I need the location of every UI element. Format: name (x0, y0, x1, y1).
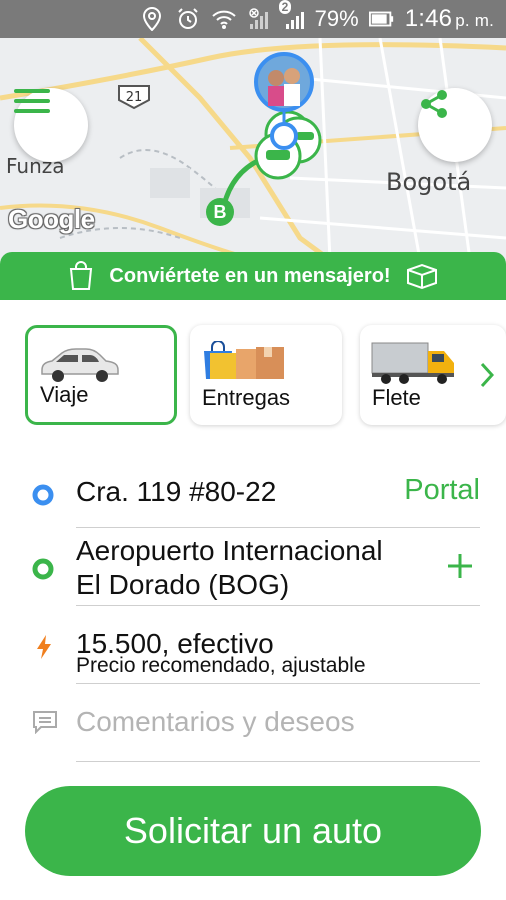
service-label-viaje: Viaje (40, 382, 89, 407)
wifi-icon (211, 6, 237, 32)
origin-dot-icon (32, 484, 54, 511)
destination-marker-letter: B (214, 202, 227, 222)
battery-percent: 79% (314, 6, 359, 31)
place-label-bogota: Bogotá (386, 168, 472, 196)
destination-marker[interactable]: B (204, 196, 236, 228)
banner-text: Conviértete en un mensajero! (109, 264, 391, 287)
bags-boxes-icon (200, 340, 286, 386)
price-hint: Precio recomendado, ajustable (76, 654, 366, 677)
chevron-right-icon[interactable] (480, 362, 495, 393)
request-ride-button[interactable]: Solicitar un auto (25, 786, 481, 876)
destination-dot-icon (32, 558, 54, 585)
clock-time: 1:46 (404, 5, 453, 32)
origin-row[interactable]: Cra. 119 #80-22 Portal (0, 456, 506, 528)
destination-line-1: Aeropuerto Internacional (76, 535, 383, 566)
route-shield-number: 21 (126, 90, 143, 105)
menu-button[interactable] (14, 88, 88, 162)
truck-icon (370, 341, 458, 390)
share-button[interactable] (418, 88, 492, 162)
battery-icon (368, 6, 395, 32)
destination-address: Aeropuerto Internacional El Dorado (BOG) (76, 534, 383, 602)
comment-icon (32, 710, 58, 739)
signal-off-icon (247, 6, 273, 32)
divider (76, 761, 480, 762)
service-selector: Viaje Entregas Flete (0, 300, 506, 438)
portal-button[interactable]: Portal (404, 474, 480, 507)
driver-markers[interactable] (248, 52, 338, 182)
service-label-entregas: Entregas (202, 385, 291, 410)
price-row[interactable]: 15.500, efectivo Precio recomendado, aju… (0, 606, 506, 684)
comments-placeholder: Comentarios y deseos (76, 706, 355, 737)
clock: 1:46 p. m. (405, 5, 494, 33)
signal-icon: 2 (278, 0, 309, 32)
courier-banner[interactable]: Conviértete en un mensajero! (0, 252, 506, 300)
alarm-icon (175, 6, 201, 32)
shopping-bag-icon (67, 261, 95, 291)
google-attribution: Google (8, 204, 95, 234)
add-stop-icon[interactable] (446, 552, 474, 585)
notification-count: 2 (278, 0, 292, 14)
status-bar: 2 79% 1:46 p. m. (0, 0, 506, 38)
destination-line-2: El Dorado (BOG) (76, 569, 290, 600)
origin-address: Cra. 119 #80-22 (76, 476, 277, 507)
package-icon (405, 262, 439, 290)
comments-field[interactable]: Comentarios y deseos (0, 684, 506, 762)
location-icon (139, 6, 165, 32)
destination-row[interactable]: Aeropuerto Internacional El Dorado (BOG) (0, 528, 506, 606)
map-view[interactable]: 21 Funza Bogotá B Google (0, 38, 506, 260)
service-tile-viaje[interactable]: Viaje (25, 325, 177, 425)
route-shield: 21 (118, 85, 150, 110)
lightning-icon (36, 634, 52, 665)
service-label-flete: Flete (372, 385, 421, 410)
clock-suffix: p. m. (455, 11, 494, 30)
service-tile-entregas[interactable]: Entregas (190, 325, 342, 425)
